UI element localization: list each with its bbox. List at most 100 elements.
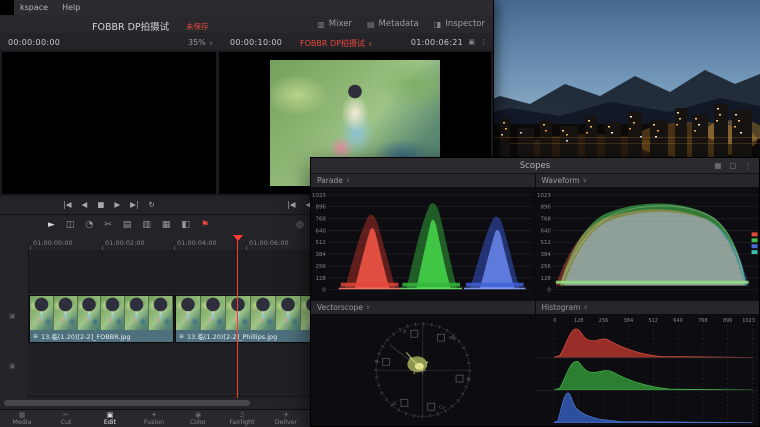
edit-page-icon: ▣ (106, 410, 114, 419)
timeline-scrollbar-thumb[interactable] (4, 400, 250, 406)
clip-thumbnail (176, 296, 201, 330)
go-to-start-button[interactable]: |◀ (63, 201, 71, 209)
zoom-dropdown[interactable]: 35% ∨ (188, 38, 213, 47)
scale-label: 768 (540, 217, 551, 223)
clip-thumbnail (226, 296, 251, 330)
tab-fusion[interactable]: ✦ Fusion (132, 410, 176, 427)
video-track-toggle-icon[interactable]: ▣ (9, 312, 16, 320)
scopes-window-title: Scopes (519, 161, 551, 171)
audio-track-toggle-icon[interactable]: ▣ (9, 362, 16, 370)
inspector-button[interactable]: ◨ Inspector (434, 19, 485, 29)
stop-button[interactable]: ■ (97, 201, 104, 209)
replace-clip-icon[interactable]: ▦ (162, 220, 171, 230)
waveform-plot: 1023 896 768 640 512 384 256 128 0 (535, 187, 759, 300)
timeline-name-dropdown[interactable]: FOBBR DP拍摄试 ∨ (300, 38, 372, 49)
histogram-panel: Histogram ∨ 0 128 256 384 512 640 768 89… (535, 300, 759, 426)
edit-tools-group: ► ◫ ◔ ✂ ▤ ▥ ▦ ◧ ⚑ (48, 215, 209, 235)
tab-label: Fusion (143, 418, 165, 426)
waveform-panel: Waveform ∨ 1023 896 768 640 512 384 256 … (535, 174, 759, 300)
corner-window-fragment (0, 0, 14, 15)
link-selection-icon[interactable]: ◎ (296, 220, 304, 230)
mixer-button[interactable]: ▥ Mixer (317, 19, 352, 29)
histogram-header[interactable]: Histogram ∨ (535, 300, 759, 314)
selection-tool-icon[interactable]: ► (48, 220, 55, 230)
tab-label: Cut (60, 418, 72, 426)
tab-cut[interactable]: ✂ Cut (44, 410, 88, 427)
expand-icon[interactable]: ▢ (729, 161, 736, 170)
waveform-title: Waveform (541, 176, 580, 185)
trim-mode-icon[interactable]: ◫ (66, 220, 75, 230)
dynamic-trim-icon[interactable]: ◔ (85, 220, 93, 230)
playhead-handle[interactable] (233, 235, 243, 241)
scopes-menu-icon[interactable]: ⋮ (745, 161, 753, 170)
scale-label: 896 (540, 205, 551, 211)
timeline-clip-2[interactable]: ⊕ 13.临(1.20)[2-2]_Phillips.jpg (175, 295, 327, 343)
tab-label: Media (12, 418, 32, 426)
tab-edit[interactable]: ▣ Edit (88, 410, 132, 427)
step-back-button[interactable]: ◀ (82, 201, 88, 209)
inspector-icon: ◨ (433, 19, 442, 29)
vectorscope-title: Vectorscope (317, 302, 363, 312)
viewer-option-icons: ▣ ⋮ (468, 38, 487, 46)
panel-toggle-buttons: ▥ Mixer ▤ Metadata ◨ Inspector (317, 15, 485, 33)
metadata-button[interactable]: ▤ Metadata (367, 19, 419, 29)
scale-label: 896 (315, 205, 326, 211)
chevron-down-icon: ∨ (367, 41, 373, 48)
marker-flag-icon[interactable]: ⚑ (201, 220, 209, 230)
tab-label: Fairlight (229, 418, 255, 426)
mixer-label: Mixer (328, 19, 352, 29)
menu-bar: kspace Help (0, 0, 493, 15)
viewer-mode-icon[interactable]: ▣ (468, 38, 475, 46)
parade-plot: 1023 896 768 640 512 384 256 128 0 (311, 187, 535, 300)
parade-panel: Parade ∨ 1023 896 768 640 512 384 256 12… (311, 174, 535, 300)
ruler-timecode: 01:00:00:00 (33, 239, 73, 247)
go-to-start-button[interactable]: |◀ (287, 201, 295, 209)
scale-label: 256 (540, 264, 551, 270)
vectorscope-target-label: Mg (449, 335, 456, 341)
scale-label: 640 (315, 228, 326, 234)
vectorscope-target-label: R (403, 329, 406, 335)
menu-item-help[interactable]: Help (62, 3, 80, 12)
viewer-menu-icon[interactable]: ⋮ (480, 38, 487, 46)
vectorscope-target-label: B (467, 377, 470, 383)
axis-label: 768 (698, 317, 707, 323)
waveform-header[interactable]: Waveform ∨ (535, 174, 759, 187)
clip-thumbnail (201, 296, 226, 330)
scopes-title-bar[interactable]: Scopes ▦ ▢ ⋮ (311, 158, 759, 174)
axis-label: 0 (553, 317, 556, 323)
tab-deliver[interactable]: ✈ Deliver (264, 410, 308, 427)
tab-media[interactable]: ▦ Media (0, 410, 44, 427)
scale-label: 0 (547, 288, 551, 294)
clip-link-icon: ⊕ (179, 332, 185, 340)
source-timecode[interactable]: 00:00:00:00 (8, 38, 60, 47)
timeline-clip-1[interactable]: ⊕ 13.临(1.20)[2-2]_FOBBR.jpg (29, 295, 174, 343)
title-bar: FOBBR DP拍摄试 未保存 ▥ Mixer ▤ Metadata ◨ Ins… (0, 15, 493, 34)
ruler-timecode: 01:00:04:00 (177, 239, 217, 247)
vectorscope-header[interactable]: Vectorscope ∨ (311, 300, 535, 314)
insert-clip-icon[interactable]: ▤ (123, 220, 132, 230)
layout-grid-icon[interactable]: ▦ (714, 161, 721, 170)
play-button[interactable]: ▶ (114, 201, 120, 209)
clip-duration-timecode[interactable]: 00:00:10:00 (230, 38, 282, 47)
menu-item-workspace[interactable]: kspace (20, 3, 48, 12)
vectorscope-target-label: Yl (374, 359, 379, 365)
loop-button[interactable]: ↻ (148, 201, 154, 209)
parade-header[interactable]: Parade ∨ (311, 174, 535, 187)
axis-label: 896 (722, 317, 731, 323)
clip-thumbnail (125, 296, 150, 330)
clip-thumbnail (101, 296, 126, 330)
go-to-end-button[interactable]: ▶| (130, 201, 138, 209)
snapping-icon[interactable]: ◧ (181, 220, 190, 230)
metadata-icon: ▤ (366, 19, 375, 29)
playhead[interactable] (237, 235, 238, 398)
tab-color[interactable]: ◉ Color (176, 410, 220, 427)
tab-fairlight[interactable]: ♫ Fairlight (220, 410, 264, 427)
overwrite-clip-icon[interactable]: ▥ (142, 220, 151, 230)
scale-label: 128 (540, 276, 551, 282)
scopes-window: Scopes ▦ ▢ ⋮ Parade ∨ 1023 896 768 640 5… (310, 157, 760, 427)
razor-tool-icon[interactable]: ✂ (104, 220, 112, 230)
ruler-timecode: 01:00:06:00 (249, 239, 289, 247)
timeline-timecode[interactable]: 01:00:06:21 (411, 38, 463, 47)
clip-thumbnail (53, 296, 78, 330)
source-viewer[interactable] (2, 52, 216, 194)
